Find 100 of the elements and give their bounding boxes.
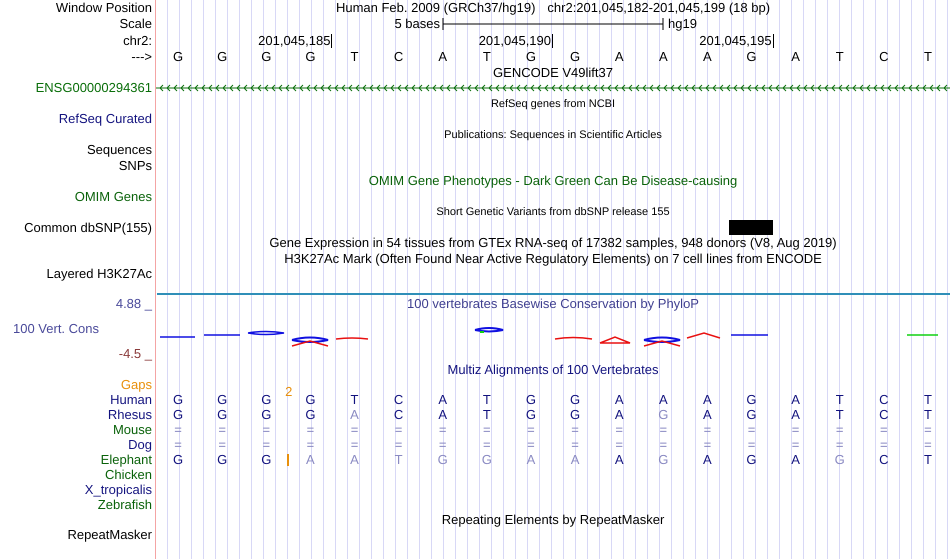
- base-letter: T: [922, 50, 933, 64]
- alignment-base: A: [614, 406, 624, 422]
- track-label[interactable]: RefSeq Curated: [58, 112, 155, 126]
- alignment-base: =: [483, 436, 491, 452]
- alignment-base: A: [350, 406, 359, 422]
- alignment-base: =: [659, 422, 668, 436]
- alignment-base: A: [791, 406, 800, 422]
- alignment-base: =: [438, 422, 446, 436]
- track-title: GENCODE V49lift37: [493, 66, 613, 80]
- species-label[interactable]: Elephant: [100, 452, 155, 466]
- alignment-base: =: [527, 422, 535, 436]
- row-label: chr2:: [123, 34, 153, 48]
- alignment-base: =: [748, 422, 756, 436]
- alignment-base: G: [746, 452, 757, 466]
- species-label[interactable]: Rhesus: [108, 408, 155, 422]
- alignment-base: T: [836, 392, 844, 406]
- alignment-base: A: [614, 452, 624, 466]
- track-label[interactable]: 100 Vert. Cons: [0, 322, 99, 336]
- row-label: Window Position: [56, 1, 153, 16]
- base-letter: A: [614, 50, 624, 64]
- alignment-base: G: [261, 406, 272, 422]
- species-label[interactable]: Chicken: [105, 468, 155, 482]
- track-title: OMIM Gene Phenotypes - Dark Green Can Be Disease-causing: [368, 174, 738, 188]
- alignment-base: G: [746, 392, 757, 406]
- base-letter: T: [350, 50, 360, 64]
- base-letter: C: [878, 50, 890, 64]
- alignment-base: G: [746, 406, 757, 422]
- alignment-base: G: [834, 452, 845, 466]
- position-text: chr2:201,045,182-201,045,199 (18 bp): [547, 1, 770, 16]
- alignment-base: T: [482, 406, 491, 422]
- axis-max-label: 4.88 _: [116, 297, 154, 311]
- assembly-text: Human Feb. 2009 (GRCh37/hg19): [336, 1, 536, 16]
- alignment-base: A: [614, 392, 624, 406]
- alignment-base: C: [879, 392, 889, 406]
- species-label[interactable]: Dog: [128, 438, 155, 452]
- alignment-base: G: [658, 406, 668, 422]
- alignment-base: G: [217, 452, 228, 466]
- track-label[interactable]: SNPs: [118, 158, 155, 173]
- species-label[interactable]: X_tropicalis: [84, 482, 155, 496]
- base-letter: G: [568, 50, 582, 64]
- alignment-base: =: [704, 422, 712, 436]
- alignment-base: T: [836, 406, 844, 422]
- alignment-base: =: [836, 422, 844, 436]
- alignment-base: T: [924, 406, 932, 422]
- alignment-base: A: [703, 392, 712, 406]
- alignment-base: =: [174, 422, 182, 436]
- row-label: Scale: [119, 17, 153, 32]
- track-title: Multiz Alignments of 100 Vertebrates: [447, 362, 658, 376]
- alignment-base: G: [526, 406, 536, 422]
- scale-text: 5 bases: [393, 17, 440, 32]
- species-label[interactable]: Zebrafish: [98, 498, 155, 512]
- alignment-base: G: [570, 406, 580, 422]
- alignment-base: =: [615, 422, 623, 436]
- alignment-base: =: [218, 422, 226, 436]
- alignment-base: =: [659, 436, 668, 452]
- alignment-base: A: [526, 452, 536, 466]
- alignment-base: T: [394, 452, 403, 466]
- base-letter: G: [216, 50, 228, 64]
- track-title: Repeating Elements by RepeatMasker: [442, 512, 664, 527]
- position-tick: 201,045,185: [258, 34, 332, 48]
- alignment-base: A: [350, 452, 359, 466]
- track-label[interactable]: Common dbSNP(155): [24, 220, 155, 235]
- alignment-base: C: [394, 392, 404, 406]
- track-label[interactable]: RepeatMasker: [67, 528, 155, 542]
- variant-block: [729, 220, 774, 236]
- alignment-base: =: [218, 436, 226, 452]
- base-letter: T: [834, 50, 845, 64]
- alignment-base: C: [879, 406, 889, 422]
- alignment-base: A: [703, 406, 712, 422]
- alignment-base: =: [438, 436, 446, 452]
- alignment-base: =: [262, 422, 270, 436]
- base-letter: G: [304, 50, 316, 64]
- species-label[interactable]: Human: [110, 392, 155, 406]
- track-label[interactable]: Sequences: [86, 143, 155, 158]
- base-letter: A: [437, 50, 448, 64]
- position-tick: 201,045,195: [699, 34, 774, 48]
- species-label[interactable]: Mouse: [112, 422, 155, 436]
- alignment-base: G: [217, 392, 228, 406]
- alignment-base: C: [394, 406, 404, 422]
- track-label[interactable]: OMIM Genes: [74, 190, 155, 204]
- track-label[interactable]: Layered H3K27Ac: [46, 267, 155, 282]
- gene-label[interactable]: ENSG00000294361: [36, 81, 155, 96]
- alignment-base: =: [483, 422, 491, 436]
- base-letter: A: [790, 50, 801, 64]
- alignment-base: =: [306, 422, 314, 436]
- alignment-base: T: [924, 452, 932, 466]
- base-letter: G: [745, 50, 758, 64]
- alignment-base: A: [570, 452, 580, 466]
- alignment-base: G: [172, 406, 184, 422]
- alignment-base: =: [836, 436, 844, 452]
- gaps-label: Gaps: [120, 378, 153, 392]
- base-letter: A: [702, 50, 713, 64]
- alignment-base: =: [924, 422, 932, 436]
- alignment-base: T: [924, 392, 932, 406]
- alignment-base: A: [438, 406, 448, 422]
- alignment-base: =: [571, 436, 579, 452]
- alignment-base: =: [350, 422, 358, 436]
- track-title: Publications: Sequences in Scientific Articles: [444, 128, 662, 142]
- alignment-base: =: [571, 422, 579, 436]
- track-title: RefSeq genes from NCBI: [490, 96, 616, 111]
